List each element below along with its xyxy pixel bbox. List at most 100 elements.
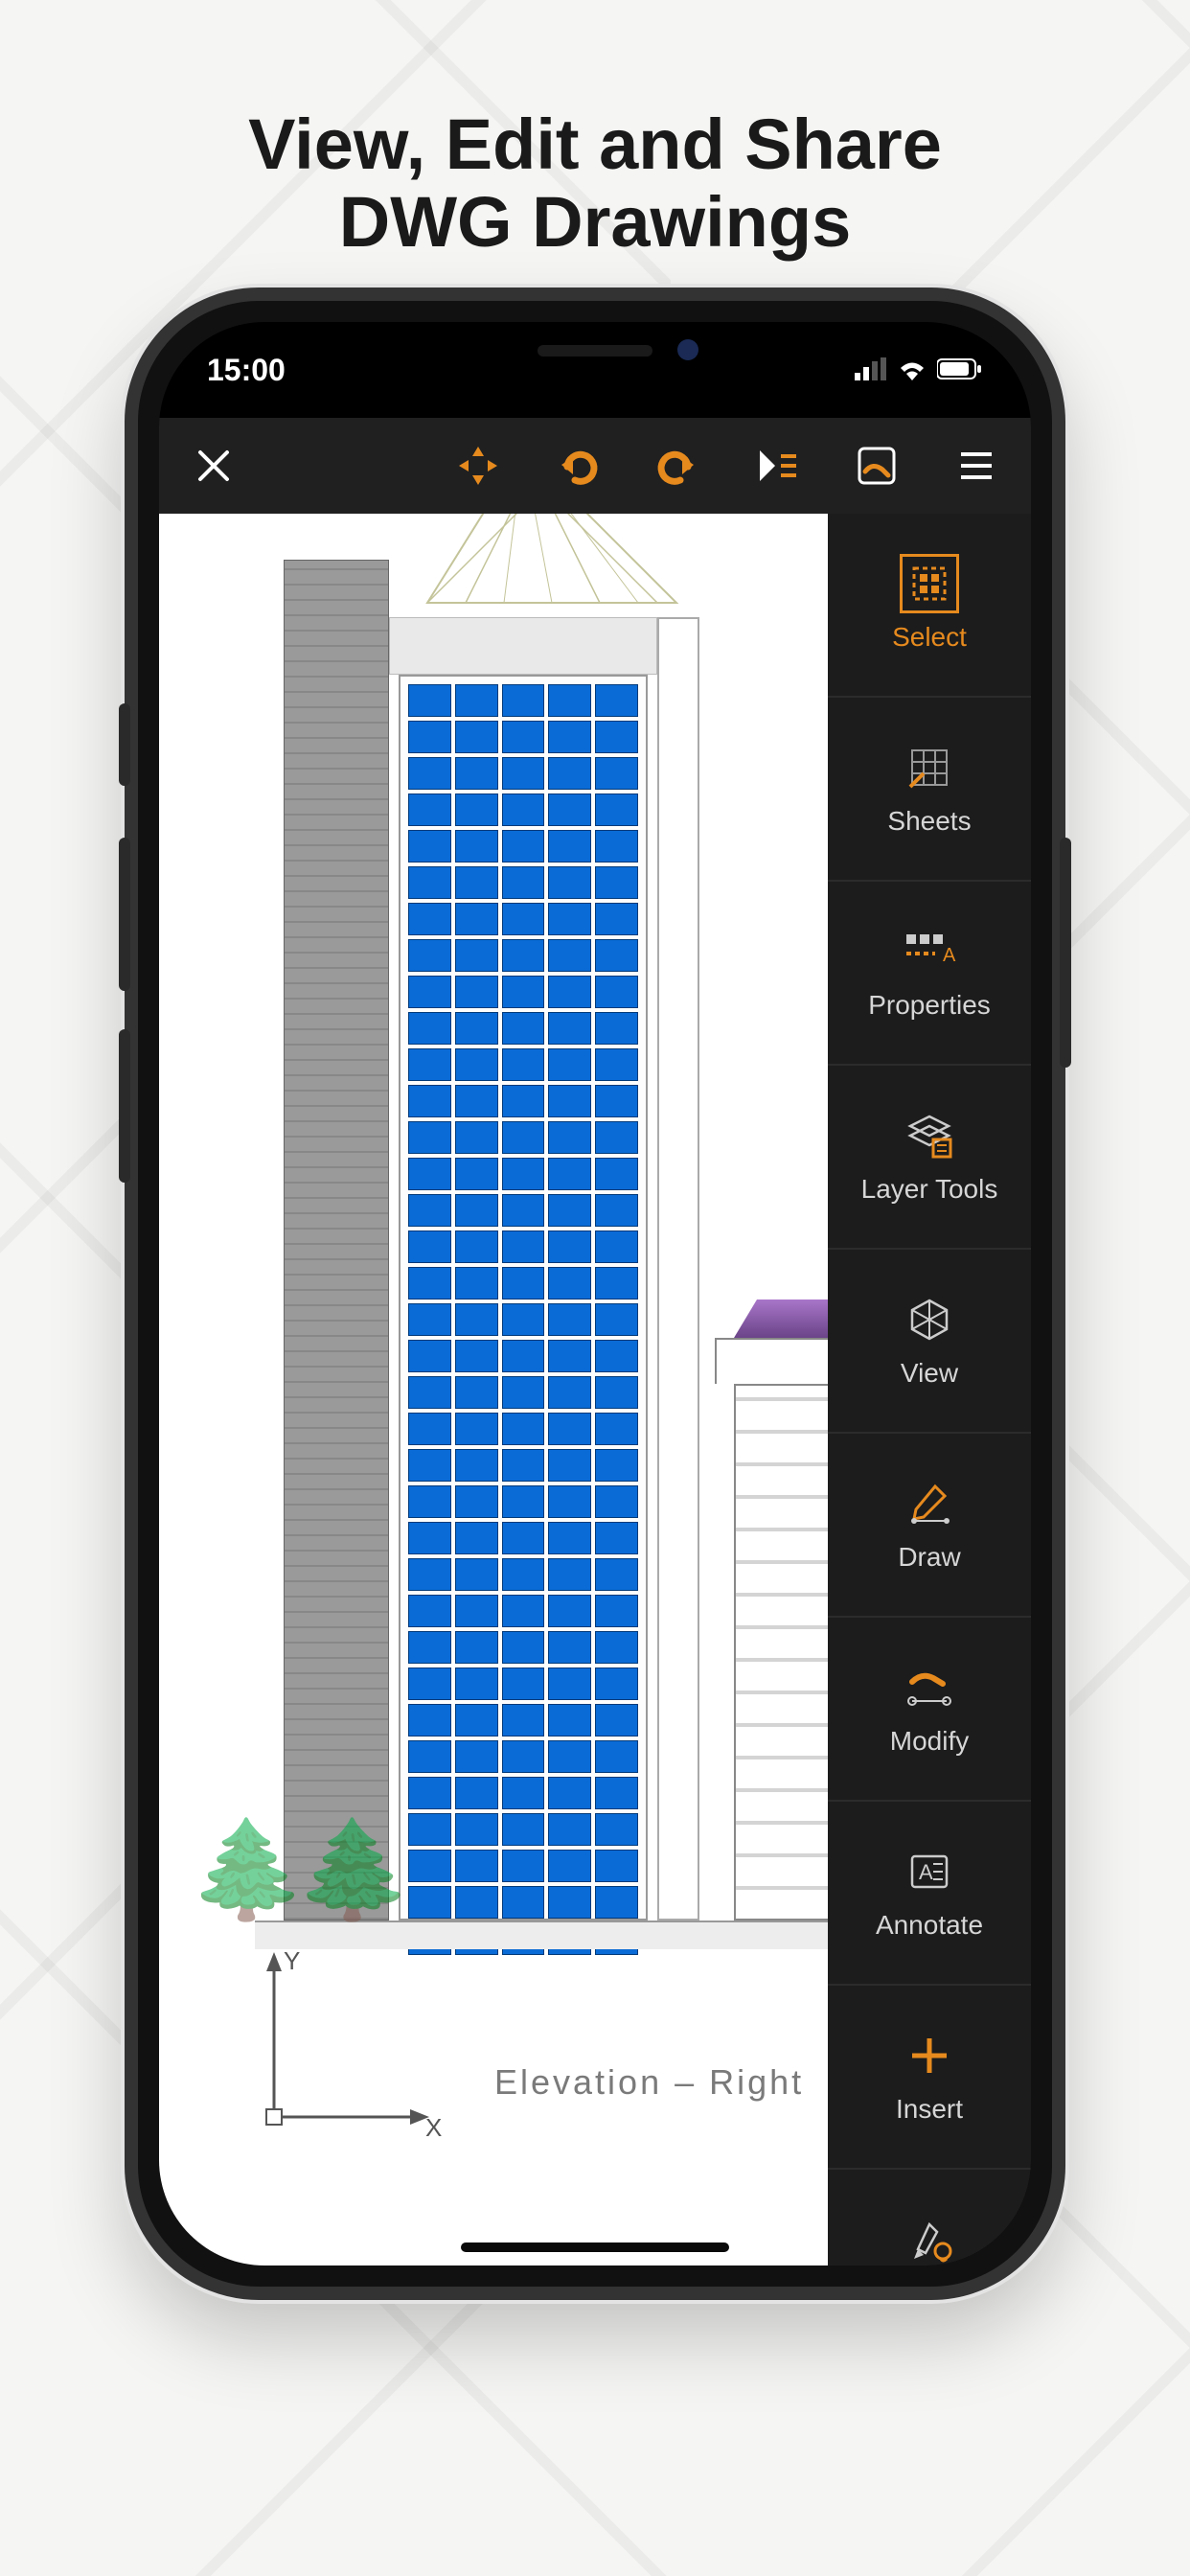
volume-up [119,838,130,991]
window [548,1194,591,1227]
window [595,866,638,899]
panel-layer-tools[interactable]: Layer Tools [828,1066,1031,1250]
window [595,1777,638,1809]
panel-properties[interactable]: A Properties [828,882,1031,1066]
window [502,1376,545,1409]
window [408,684,451,717]
redo-button[interactable] [650,438,705,494]
window [408,1485,451,1518]
window [595,1121,638,1154]
window [548,757,591,790]
window [502,1340,545,1372]
window [502,1631,545,1664]
window [595,1631,638,1664]
window [548,1121,591,1154]
draw-icon [903,1477,956,1530]
window [502,1303,545,1336]
window [502,1558,545,1591]
building-parapet [389,617,657,675]
window [548,1631,591,1664]
window [408,1230,451,1263]
window [502,1121,545,1154]
window [502,1194,545,1227]
window [502,1522,545,1554]
window [595,1595,638,1627]
window [408,976,451,1008]
window [502,794,545,826]
panel-modify[interactable]: Modify [828,1618,1031,1802]
window [595,721,638,753]
window [548,1449,591,1482]
panel-sheets[interactable]: Sheets [828,698,1031,882]
window [455,1850,498,1882]
window [408,830,451,862]
window [595,1376,638,1409]
view-icon [903,1293,956,1346]
window [502,1813,545,1846]
panel-select[interactable]: Select [828,514,1031,698]
window [548,1267,591,1300]
move-button[interactable] [450,438,506,494]
home-indicator[interactable] [461,2242,729,2252]
panel-insert[interactable]: Insert [828,1986,1031,2170]
window [548,1413,591,1445]
window [408,1558,451,1591]
window [455,1886,498,1919]
window [595,830,638,862]
window [548,1886,591,1919]
notch [413,322,777,378]
window [455,1340,498,1372]
window [548,1230,591,1263]
window [595,1012,638,1045]
window [502,939,545,972]
promo-line-2: DWG Drawings [0,183,1190,261]
window [502,830,545,862]
battery-icon [937,353,983,388]
window [408,1303,451,1336]
window [455,721,498,753]
window [408,1158,451,1190]
window [455,794,498,826]
window [548,1668,591,1700]
window [455,1085,498,1117]
window [548,1303,591,1336]
signal-icon [855,353,887,388]
window [595,1413,638,1445]
menu-button[interactable] [949,438,1004,494]
window [595,1558,638,1591]
panel-draw[interactable]: Draw [828,1434,1031,1618]
window [408,1413,451,1445]
low-building-roof [734,1300,828,1338]
window [595,1485,638,1518]
window [408,1522,451,1554]
window [595,684,638,717]
panel-view[interactable]: View [828,1250,1031,1434]
trace-button[interactable] [849,438,904,494]
phone-frame: 15:00 [125,288,1065,2300]
undo-button[interactable] [550,438,606,494]
window [455,684,498,717]
window [502,1085,545,1117]
quick-access-button[interactable] [749,438,805,494]
panel-label: Insert [896,2094,963,2125]
window [595,976,638,1008]
window [502,1740,545,1773]
window [548,1522,591,1554]
drawing-canvas[interactable]: 🌲🌲 X Y Elevation – Right [159,514,828,2266]
panel-format[interactable]: Format [828,2170,1031,2266]
close-button[interactable] [186,438,241,494]
window [595,1303,638,1336]
window [548,1085,591,1117]
panel-annotate[interactable]: A Annotate [828,1802,1031,1986]
window [595,1230,638,1263]
window [502,757,545,790]
window [595,1850,638,1882]
window [502,1012,545,1045]
layer-tools-icon [903,1109,956,1162]
window [502,1267,545,1300]
window [502,1850,545,1882]
window [408,1340,451,1372]
window [548,1777,591,1809]
insert-icon [903,2029,956,2082]
window [595,1085,638,1117]
